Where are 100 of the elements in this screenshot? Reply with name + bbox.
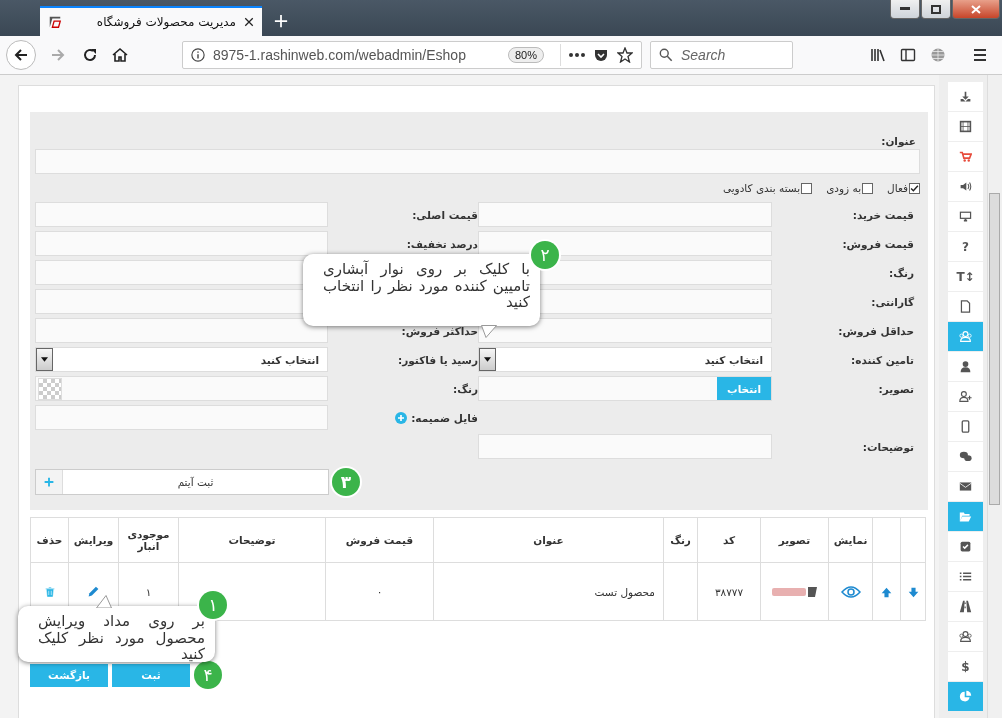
sidebar-item[interactable] [948, 202, 984, 232]
chat-icon [959, 450, 973, 463]
hint-tooltip: با کلیک بر روی نوار آبشاری تامیین کننده مورد نظر را انتخاب کنید [303, 254, 540, 326]
column-header: رنگ [663, 517, 698, 563]
column-header: قیمت فروش [325, 517, 434, 563]
close-icon [971, 4, 981, 14]
attachment-field[interactable] [35, 405, 328, 430]
film-icon [959, 120, 973, 133]
field-label: تامین کننده: [851, 354, 914, 366]
tab-title: مدیریت محصولات فروشگاه [95, 15, 236, 29]
field-label: قیمت فروش: [842, 238, 914, 250]
sidebar-icon [900, 47, 916, 63]
checkbox[interactable]: بسته بندی کادویی [722, 182, 813, 194]
column-header: نمایش [828, 517, 873, 563]
sidebar-item[interactable] [948, 142, 984, 172]
text-field[interactable] [35, 318, 328, 343]
dropdown[interactable]: انتخاب کنید [478, 347, 772, 372]
sidebar-item[interactable] [948, 382, 984, 412]
step-badge: ۴ [194, 661, 222, 689]
field-label: قیمت خرید: [852, 209, 914, 221]
text-field[interactable] [478, 202, 772, 227]
field-label: درصد تخفیف: [406, 238, 478, 250]
caret-icon [484, 357, 491, 362]
color-field[interactable] [35, 376, 328, 401]
checkbox[interactable]: به زودی [826, 182, 874, 194]
pocket-icon [593, 47, 609, 63]
field-label: فایل ضمیمه: [411, 412, 478, 424]
add-item-button[interactable]: ثبت آیتم [35, 469, 329, 495]
sidebar-item[interactable] [948, 82, 984, 112]
step-badge: ۳ [332, 468, 360, 496]
tooltip-tail [96, 595, 112, 608]
sidebar-item[interactable]: $ [948, 652, 984, 682]
close-icon [244, 17, 254, 27]
sidebar-item[interactable]: T↕ [948, 262, 984, 292]
field-label: رسید یا فاکتور: [398, 354, 478, 366]
sidebar-item[interactable] [948, 292, 984, 322]
reload-icon [82, 47, 98, 63]
more-icon [569, 53, 585, 57]
text-field[interactable] [35, 202, 328, 227]
eye-icon [840, 586, 861, 598]
sidebar-item[interactable] [948, 442, 984, 472]
sidebar-item[interactable] [948, 532, 984, 562]
sidebar-item[interactable] [948, 112, 984, 142]
pie-chart-icon [959, 690, 973, 703]
step-badge: ۱ [199, 591, 227, 619]
search-icon [659, 48, 673, 62]
sidebar-item[interactable] [948, 592, 984, 622]
mail-icon [959, 480, 973, 493]
minimize-icon [900, 7, 910, 11]
table-cell: ۳۸۷۷۷ [697, 562, 761, 621]
product-image [771, 584, 818, 599]
move-down-icon [907, 586, 919, 598]
library-icon [870, 47, 886, 63]
scrollbar[interactable] [987, 75, 1002, 718]
cart-icon [959, 150, 973, 163]
sidebar-item[interactable] [948, 472, 984, 502]
sidebar-item[interactable] [948, 412, 984, 442]
field-label: توضیحات: [862, 441, 914, 453]
address-bar[interactable]: 8975-1.rashinweb.com/webadmin/Eshop 80% [182, 41, 642, 69]
column-header: موجودی انبار [118, 517, 179, 563]
sidebar-item[interactable] [948, 562, 984, 592]
document-icon [959, 300, 973, 313]
column-header: کد [697, 517, 761, 563]
road-icon [959, 600, 973, 613]
sidebar-item[interactable] [948, 622, 984, 652]
back-arrow-icon [13, 47, 29, 63]
home-icon [112, 47, 128, 63]
back-button[interactable] [6, 40, 36, 70]
maximize-button[interactable] [921, 0, 951, 19]
add-circle-icon [395, 412, 408, 424]
add-user-icon [959, 390, 973, 403]
column-header: عنوان [433, 517, 664, 563]
field-label: عنوان: [880, 135, 917, 149]
close-button[interactable] [952, 0, 1000, 19]
text-field[interactable] [478, 434, 772, 459]
zoom-level[interactable]: 80% [507, 47, 544, 63]
edit-button[interactable] [87, 585, 100, 599]
globe-icon [930, 47, 946, 63]
browser-tab[interactable]: مدیریت محصولات فروشگاه [40, 6, 262, 36]
checkbox[interactable]: فعال [887, 182, 920, 194]
info-icon [191, 48, 205, 62]
dropdown[interactable]: انتخاب کنید [35, 347, 328, 372]
sidebar-item[interactable] [948, 352, 984, 382]
new-tab-icon [274, 14, 288, 28]
delete-button[interactable] [44, 586, 55, 598]
field-label: قیمت اصلی: [412, 209, 478, 221]
sidebar-item[interactable]: ? [948, 232, 984, 262]
check-icon [910, 183, 919, 193]
minimize-button[interactable] [890, 0, 920, 19]
text-field[interactable] [478, 318, 772, 343]
plus-icon [44, 477, 54, 487]
text-field[interactable] [35, 231, 328, 256]
sidebar-item[interactable] [948, 172, 984, 202]
list-icon [959, 570, 973, 583]
search-field[interactable]: Search [650, 41, 793, 69]
column-header: حذف [30, 517, 69, 563]
forward-arrow-icon [50, 47, 66, 63]
title-field[interactable] [35, 149, 920, 174]
field-label: رنگ: [453, 383, 478, 395]
star-icon [617, 47, 633, 63]
